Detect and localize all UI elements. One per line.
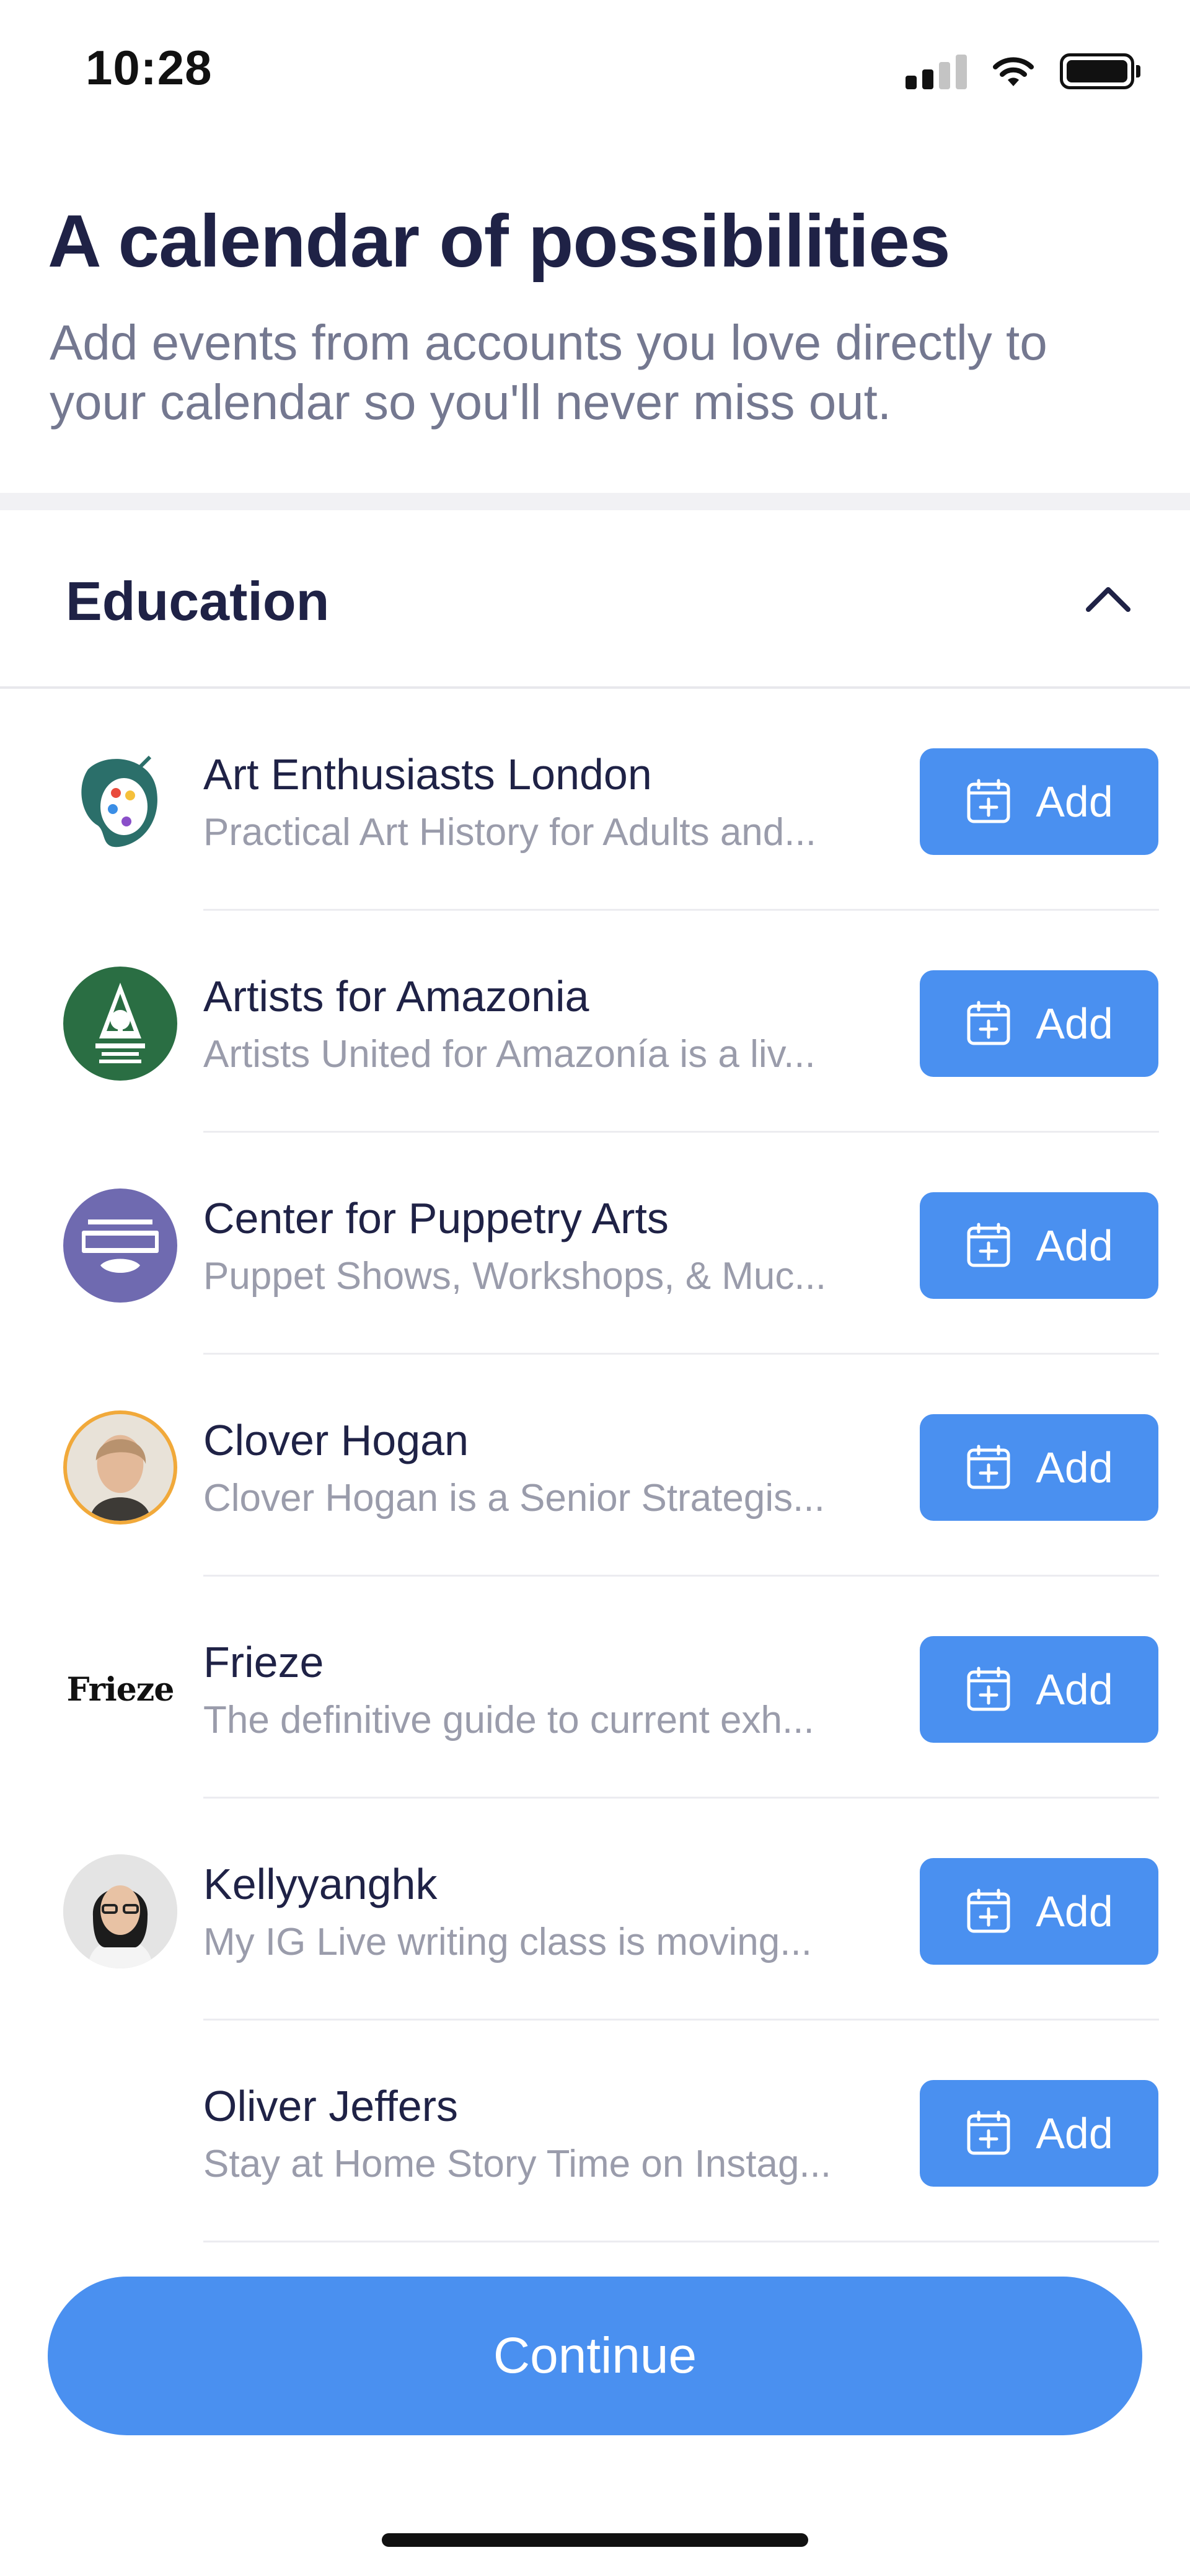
list-item[interactable]: Art Enthusiasts London Practical Art His… [0,689,1190,911]
account-description: Clover Hogan is a Senior Strategis... [203,1477,825,1520]
home-indicator[interactable] [382,2533,808,2547]
account-description: My IG Live writing class is moving... [203,1921,812,1963]
continue-button-label: Continue [493,2327,697,2384]
row-divider [203,2241,1159,2242]
calendar-add-icon [967,779,1010,823]
list-item[interactable]: Artists for Amazonia Artists United for … [0,911,1190,1133]
frieze-logo-text: Frieze [66,1670,175,1709]
calendar-add-icon [967,1666,1010,1711]
add-button[interactable]: Add [920,1636,1158,1743]
add-button-label: Add [1036,1443,1113,1492]
clover-hogan-avatar [63,1410,177,1525]
oliver-jeffers-avatar [63,2076,177,2190]
account-description: Artists United for Amazonía is a liv... [203,1033,816,1076]
artists-for-amazonia-logo [63,967,177,1081]
account-description: Stay at Home Story Time on Instag... [203,2143,832,2185]
battery-icon [1060,53,1140,89]
section-header-education[interactable]: Education [0,510,1190,689]
status-icons [906,52,1140,91]
account-name: Kellyyanghk [203,1860,438,1908]
add-button-label: Add [1036,1665,1113,1714]
account-name: Artists for Amazonia [203,972,589,1020]
account-description: Puppet Shows, Workshops, & Muc... [203,1255,827,1298]
calendar-add-icon [967,1888,1010,1933]
account-description: The definitive guide to current exh... [203,1699,814,1742]
list-item[interactable]: Center for Puppetry Arts Puppet Shows, W… [0,1133,1190,1355]
account-name: Art Enthusiasts London [203,750,652,799]
add-button[interactable]: Add [920,1858,1158,1965]
account-name: Frieze [203,1638,324,1686]
continue-button[interactable]: Continue [48,2277,1142,2435]
add-button-label: Add [1036,1887,1113,1936]
section-title: Education [66,570,330,632]
wifi-icon [993,57,1034,86]
add-button-label: Add [1036,777,1113,826]
cellular-signal-icon [906,53,967,89]
page-header: A calendar of possibilities Add events f… [0,143,1190,496]
list-item[interactable]: Oliver Jeffers Stay at Home Story Time o… [0,2021,1190,2242]
add-button-label: Add [1036,2109,1113,2158]
add-button[interactable]: Add [920,970,1158,1077]
calendar-add-icon [967,1001,1010,1045]
account-name: Center for Puppetry Arts [203,1194,669,1242]
list-item[interactable]: Frieze Frieze The definitive guide to cu… [0,1577,1190,1799]
add-button[interactable]: Add [920,1192,1158,1299]
status-bar: 10:28 [0,0,1190,143]
page-title: A calendar of possibilities [48,200,951,283]
add-button[interactable]: Add [920,748,1158,855]
chevron-up-icon[interactable] [1083,575,1133,624]
add-button-label: Add [1036,1221,1113,1270]
account-name: Clover Hogan [203,1416,469,1464]
art-enthusiasts-logo [63,745,177,859]
list-item[interactable]: Clover Hogan Clover Hogan is a Senior St… [0,1355,1190,1577]
page-subtitle: Add events from accounts you love direct… [50,315,1047,430]
account-description: Practical Art History for Adults and... [203,811,816,854]
kellyyanghk-avatar [63,1854,177,1968]
frieze-logo: Frieze [63,1632,177,1746]
calendar-add-icon [967,1223,1010,1267]
calendar-add-icon [967,2110,1010,2155]
section-divider [0,493,1190,510]
account-name: Oliver Jeffers [203,2082,459,2130]
status-time: 10:28 [86,40,213,95]
add-button[interactable]: Add [920,2080,1158,2187]
add-button[interactable]: Add [920,1414,1158,1521]
add-button-label: Add [1036,999,1113,1048]
list-item[interactable]: Kellyyanghk My IG Live writing class is … [0,1799,1190,2021]
calendar-add-icon [967,1445,1010,1489]
puppetry-arts-logo [63,1188,177,1303]
